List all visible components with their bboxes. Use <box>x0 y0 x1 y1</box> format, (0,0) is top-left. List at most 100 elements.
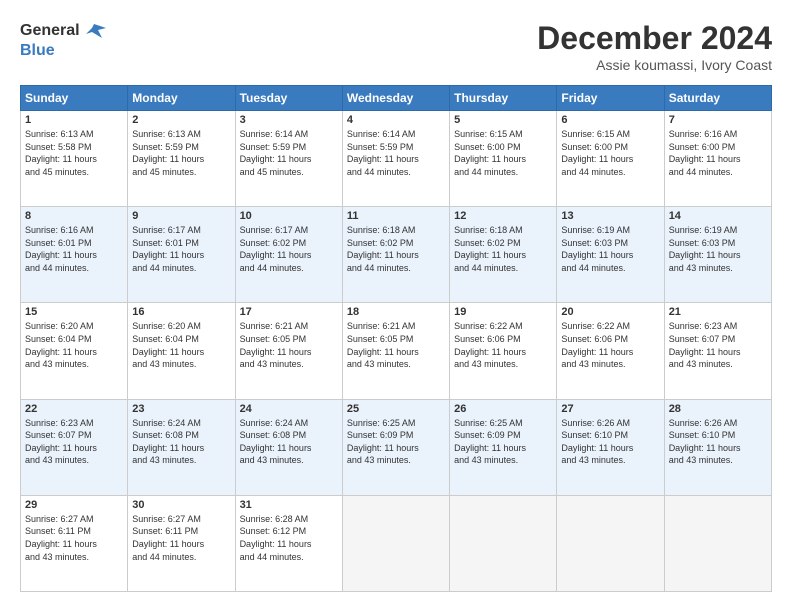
calendar-cell: 26 Sunrise: 6:25 AMSunset: 6:09 PMDayligh… <box>450 399 557 495</box>
calendar-cell: 7Sunrise: 6:16 AMSunset: 6:00 PMDaylight… <box>664 111 771 207</box>
day-number: 21 <box>669 306 767 318</box>
day-number: 5 <box>454 114 552 126</box>
day-number: 9 <box>132 210 230 222</box>
logo-text: General Blue <box>20 20 106 60</box>
day-info: Sunrise: 6:21 AMSunset: 6:05 PMDaylight:… <box>347 320 445 370</box>
calendar-cell: 19 Sunrise: 6:22 AMSunset: 6:06 PMDayligh… <box>450 303 557 399</box>
day-info: Sunrise: 6:13 AMSunset: 5:58 PMDaylight:… <box>25 128 123 178</box>
day-info: Sunrise: 6:19 AMSunset: 6:03 PMDaylight:… <box>561 224 659 274</box>
day-info: Sunrise: 6:24 AMSunset: 6:08 PMDaylight:… <box>240 417 338 467</box>
day-number: 17 <box>240 306 338 318</box>
weekday-header-sunday: Sunday <box>21 86 128 111</box>
calendar-cell: 11 Sunrise: 6:18 AMSunset: 6:02 PMDayligh… <box>342 207 449 303</box>
day-number: 31 <box>240 499 338 511</box>
day-info: Sunrise: 6:14 AMSunset: 5:59 PMDaylight:… <box>347 128 445 178</box>
day-info: Sunrise: 6:14 AMSunset: 5:59 PMDaylight:… <box>240 128 338 178</box>
day-info: Sunrise: 6:21 AMSunset: 6:05 PMDaylight:… <box>240 320 338 370</box>
day-number: 8 <box>25 210 123 222</box>
day-info: Sunrise: 6:23 AMSunset: 6:07 PMDaylight:… <box>25 417 123 467</box>
day-info: Sunrise: 6:22 AMSunset: 6:06 PMDaylight:… <box>454 320 552 370</box>
day-info: Sunrise: 6:15 AMSunset: 6:00 PMDaylight:… <box>454 128 552 178</box>
calendar-cell: 25 Sunrise: 6:25 AMSunset: 6:09 PMDayligh… <box>342 399 449 495</box>
day-info: Sunrise: 6:15 AMSunset: 6:00 PMDaylight:… <box>561 128 659 178</box>
calendar-header-row: SundayMondayTuesdayWednesdayThursdayFrid… <box>21 86 772 111</box>
calendar-cell: 24 Sunrise: 6:24 AMSunset: 6:08 PMDayligh… <box>235 399 342 495</box>
day-info: Sunrise: 6:25 AMSunset: 6:09 PMDaylight:… <box>454 417 552 467</box>
day-number: 11 <box>347 210 445 222</box>
day-number: 6 <box>561 114 659 126</box>
title-block: December 2024 Assie koumassi, Ivory Coas… <box>537 20 772 73</box>
calendar-cell: 1Sunrise: 6:13 AMSunset: 5:58 PMDaylight… <box>21 111 128 207</box>
calendar-cell: 8 Sunrise: 6:16 AMSunset: 6:01 PMDaylight… <box>21 207 128 303</box>
day-info: Sunrise: 6:20 AMSunset: 6:04 PMDaylight:… <box>132 320 230 370</box>
calendar-cell: 21 Sunrise: 6:23 AMSunset: 6:07 PMDayligh… <box>664 303 771 399</box>
day-info: Sunrise: 6:17 AMSunset: 6:01 PMDaylight:… <box>132 224 230 274</box>
day-number: 30 <box>132 499 230 511</box>
calendar-cell: 20 Sunrise: 6:22 AMSunset: 6:06 PMDayligh… <box>557 303 664 399</box>
calendar-cell: 18 Sunrise: 6:21 AMSunset: 6:05 PMDayligh… <box>342 303 449 399</box>
day-number: 27 <box>561 403 659 415</box>
weekday-header-tuesday: Tuesday <box>235 86 342 111</box>
weekday-header-saturday: Saturday <box>664 86 771 111</box>
calendar-cell: 3 Sunrise: 6:14 AMSunset: 5:59 PMDaylight… <box>235 111 342 207</box>
calendar-cell: 28Sunrise: 6:26 AMSunset: 6:10 PMDayligh… <box>664 399 771 495</box>
calendar-cell: 6 Sunrise: 6:15 AMSunset: 6:00 PMDaylight… <box>557 111 664 207</box>
page: General Blue December 2024 Assie koumass… <box>0 0 792 612</box>
calendar-cell <box>342 495 449 591</box>
calendar-cell <box>450 495 557 591</box>
day-info: Sunrise: 6:26 AMSunset: 6:10 PMDaylight:… <box>669 417 767 467</box>
day-info: Sunrise: 6:17 AMSunset: 6:02 PMDaylight:… <box>240 224 338 274</box>
day-number: 13 <box>561 210 659 222</box>
calendar-week-row: 29 Sunrise: 6:27 AMSunset: 6:11 PMDayligh… <box>21 495 772 591</box>
day-number: 18 <box>347 306 445 318</box>
weekday-header-monday: Monday <box>128 86 235 111</box>
day-number: 25 <box>347 403 445 415</box>
day-info: Sunrise: 6:18 AMSunset: 6:02 PMDaylight:… <box>347 224 445 274</box>
day-number: 19 <box>454 306 552 318</box>
day-number: 23 <box>132 403 230 415</box>
weekday-header-wednesday: Wednesday <box>342 86 449 111</box>
month-title: December 2024 <box>537 20 772 57</box>
calendar-table: SundayMondayTuesdayWednesdayThursdayFrid… <box>20 85 772 592</box>
day-number: 20 <box>561 306 659 318</box>
calendar-cell: 14Sunrise: 6:19 AMSunset: 6:03 PMDayligh… <box>664 207 771 303</box>
calendar-cell: 12Sunrise: 6:18 AMSunset: 6:02 PMDayligh… <box>450 207 557 303</box>
weekday-header-friday: Friday <box>557 86 664 111</box>
day-number: 29 <box>25 499 123 511</box>
day-info: Sunrise: 6:22 AMSunset: 6:06 PMDaylight:… <box>561 320 659 370</box>
calendar-week-row: 22 Sunrise: 6:23 AMSunset: 6:07 PMDayligh… <box>21 399 772 495</box>
weekday-header-thursday: Thursday <box>450 86 557 111</box>
calendar-cell: 4 Sunrise: 6:14 AMSunset: 5:59 PMDaylight… <box>342 111 449 207</box>
location-title: Assie koumassi, Ivory Coast <box>537 57 772 73</box>
day-info: Sunrise: 6:26 AMSunset: 6:10 PMDaylight:… <box>561 417 659 467</box>
calendar-cell <box>664 495 771 591</box>
day-info: Sunrise: 6:16 AMSunset: 6:01 PMDaylight:… <box>25 224 123 274</box>
calendar-cell: 30 Sunrise: 6:27 AMSunset: 6:11 PMDayligh… <box>128 495 235 591</box>
day-number: 14 <box>669 210 767 222</box>
day-info: Sunrise: 6:28 AMSunset: 6:12 PMDaylight:… <box>240 513 338 563</box>
day-number: 4 <box>347 114 445 126</box>
day-number: 26 <box>454 403 552 415</box>
calendar-cell: 22 Sunrise: 6:23 AMSunset: 6:07 PMDayligh… <box>21 399 128 495</box>
calendar-cell: 16Sunrise: 6:20 AMSunset: 6:04 PMDayligh… <box>128 303 235 399</box>
calendar-cell: 9 Sunrise: 6:17 AMSunset: 6:01 PMDaylight… <box>128 207 235 303</box>
logo: General Blue <box>20 20 106 60</box>
calendar-cell <box>557 495 664 591</box>
day-info: Sunrise: 6:27 AMSunset: 6:11 PMDaylight:… <box>25 513 123 563</box>
day-info: Sunrise: 6:23 AMSunset: 6:07 PMDaylight:… <box>669 320 767 370</box>
day-info: Sunrise: 6:27 AMSunset: 6:11 PMDaylight:… <box>132 513 230 563</box>
calendar-cell: 15Sunrise: 6:20 AMSunset: 6:04 PMDayligh… <box>21 303 128 399</box>
day-number: 10 <box>240 210 338 222</box>
day-number: 3 <box>240 114 338 126</box>
calendar-week-row: 15 Sunrise: 6:20 AMSunset: 6:04 PMDayligh… <box>21 303 772 399</box>
day-number: 24 <box>240 403 338 415</box>
calendar-cell: 2 Sunrise: 6:13 AMSunset: 5:59 PMDaylight… <box>128 111 235 207</box>
calendar-cell: 13 Sunrise: 6:19 AMSunset: 6:03 PMDayligh… <box>557 207 664 303</box>
day-number: 15 <box>25 306 123 318</box>
day-number: 2 <box>132 114 230 126</box>
day-number: 22 <box>25 403 123 415</box>
calendar-cell: 31 Sunrise: 6:28 AMSunset: 6:12 PMDayligh… <box>235 495 342 591</box>
day-info: Sunrise: 6:25 AMSunset: 6:09 PMDaylight:… <box>347 417 445 467</box>
day-info: Sunrise: 6:24 AMSunset: 6:08 PMDaylight:… <box>132 417 230 467</box>
day-info: Sunrise: 6:13 AMSunset: 5:59 PMDaylight:… <box>132 128 230 178</box>
